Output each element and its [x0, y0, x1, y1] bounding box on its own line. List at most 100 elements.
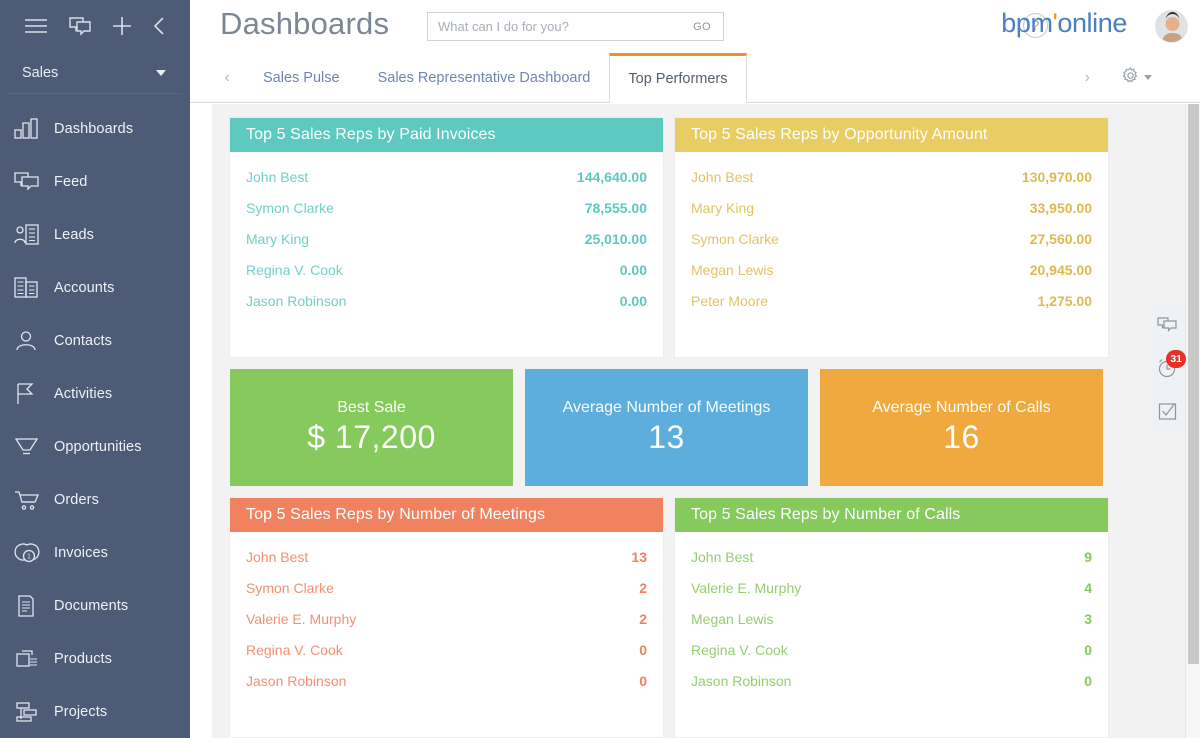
- list-item[interactable]: Symon Clarke 2: [246, 572, 647, 603]
- row-value: 144,640.00: [576, 168, 647, 185]
- list-item[interactable]: Jason Robinson 0.00: [246, 285, 647, 316]
- row-name: John Best: [246, 548, 309, 565]
- plus-icon[interactable]: [112, 16, 132, 36]
- tab-top-performers[interactable]: Top Performers: [609, 53, 747, 103]
- sidebar-item-invoices[interactable]: 1 Invoices: [0, 526, 190, 579]
- widget-header: Top 5 Sales Reps by Opportunity Amount: [675, 118, 1108, 152]
- sidebar-item-accounts[interactable]: Accounts: [0, 261, 190, 314]
- sidebar-item-opportunities[interactable]: Opportunities: [0, 420, 190, 473]
- list-item[interactable]: Megan Lewis 20,945.00: [691, 254, 1092, 285]
- tab-prev-button[interactable]: ‹: [210, 53, 244, 102]
- sidebar-item-label: Invoices: [54, 544, 108, 561]
- list-item[interactable]: John Best 13: [246, 541, 647, 572]
- dashboard-settings-button[interactable]: [1122, 66, 1152, 89]
- row-name: Mary King: [246, 230, 310, 247]
- sidebar-item-label: Orders: [54, 491, 99, 508]
- sidebar-item-projects[interactable]: Projects: [0, 685, 190, 738]
- tab-label: Sales Representative Dashboard: [377, 70, 591, 86]
- list-item[interactable]: Mary King 25,010.00: [246, 223, 647, 254]
- row-name: Megan Lewis: [691, 261, 774, 278]
- list-item[interactable]: Peter Moore 1,275.00: [691, 285, 1092, 316]
- list-item[interactable]: Regina V. Cook 0.00: [246, 254, 647, 285]
- sidebar-item-activities[interactable]: Activities: [0, 367, 190, 420]
- search-box: GO: [427, 12, 724, 41]
- sidebar-item-orders[interactable]: Orders: [0, 473, 190, 526]
- row-name: Valerie E. Murphy: [246, 610, 357, 627]
- list-item[interactable]: Symon Clarke 27,560.00: [691, 223, 1092, 254]
- sidebar-item-leads[interactable]: Leads: [0, 208, 190, 261]
- row-name: Mary King: [691, 199, 755, 216]
- row-name: Symon Clarke: [691, 230, 779, 247]
- search-input[interactable]: [428, 13, 682, 40]
- brand-part2: online: [1057, 8, 1127, 38]
- widget-paid-invoices: Top 5 Sales Reps by Paid Invoices John B…: [230, 118, 663, 357]
- list-item[interactable]: John Best 9: [691, 541, 1092, 572]
- flag-icon: [14, 382, 54, 405]
- kpi-average-meetings[interactable]: Average Number of Meetings 13: [525, 369, 808, 486]
- list-item[interactable]: Jason Robinson 0: [246, 665, 647, 696]
- list-item[interactable]: Valerie E. Murphy 2: [246, 603, 647, 634]
- sidebar-item-feed[interactable]: Feed: [0, 155, 190, 208]
- list-item[interactable]: Jason Robinson 0: [691, 665, 1092, 696]
- row-name: Valerie E. Murphy: [691, 579, 802, 596]
- vertical-scrollbar[interactable]: [1185, 104, 1200, 738]
- sidebar-item-label: Opportunities: [54, 438, 142, 455]
- clock-icon[interactable]: 31: [1157, 350, 1186, 378]
- kpi-value: 13: [648, 419, 685, 455]
- scrollbar-thumb[interactable]: [1188, 104, 1199, 664]
- sidebar-toolbar: [0, 0, 190, 52]
- sidebar-item-documents[interactable]: Documents: [0, 579, 190, 632]
- chevron-down-icon: [156, 69, 166, 76]
- widget-body: John Best 144,640.00 Symon Clarke 78,555…: [230, 152, 663, 316]
- list-item[interactable]: Regina V. Cook 0: [691, 634, 1092, 665]
- row-value: 20,945.00: [1029, 261, 1092, 278]
- contacts-icon: [14, 330, 54, 352]
- list-item[interactable]: Regina V. Cook 0: [246, 634, 647, 665]
- widget-body: John Best 13 Symon Clarke 2 Valerie E. M…: [230, 532, 663, 696]
- brand-part1: bpm: [1001, 8, 1053, 38]
- list-item[interactable]: John Best 144,640.00: [246, 161, 647, 192]
- kpi-best-sale[interactable]: Best Sale $ 17,200: [230, 369, 513, 486]
- collapse-icon[interactable]: [152, 16, 166, 36]
- row-name: Regina V. Cook: [246, 261, 343, 278]
- tab-next-button[interactable]: ›: [1079, 69, 1096, 87]
- sidebar-item-contacts[interactable]: Contacts: [0, 314, 190, 367]
- widget-grid: Top 5 Sales Reps by Paid Invoices John B…: [230, 118, 1171, 737]
- dashboard-content: Top 5 Sales Reps by Paid Invoices John B…: [212, 104, 1185, 738]
- sidebar-item-label: Projects: [54, 703, 108, 720]
- chat-icon[interactable]: [68, 16, 92, 37]
- row-value: 3: [1084, 610, 1092, 627]
- projects-icon: [14, 701, 54, 723]
- bar-chart-icon: [14, 117, 54, 140]
- tab-bar-actions: ›: [1079, 53, 1152, 102]
- list-item[interactable]: John Best 130,970.00: [691, 161, 1092, 192]
- row-value: 1,275.00: [1037, 292, 1093, 309]
- tab-bar: ‹ Sales Pulse Sales Representative Dashb…: [190, 53, 1200, 103]
- workspace-selector[interactable]: Sales: [8, 52, 182, 94]
- kpi-value: 16: [943, 419, 980, 455]
- widget-header: Top 5 Sales Reps by Paid Invoices: [230, 118, 663, 152]
- row-value: 0.00: [619, 261, 647, 278]
- list-item[interactable]: Megan Lewis 3: [691, 603, 1092, 634]
- avatar[interactable]: [1155, 10, 1188, 43]
- list-item[interactable]: Mary King 33,950.00: [691, 192, 1092, 223]
- task-check-icon[interactable]: [1158, 402, 1177, 421]
- kpi-average-calls[interactable]: Average Number of Calls 16: [820, 369, 1103, 486]
- row-value: 4: [1084, 579, 1092, 596]
- tab-sales-pulse[interactable]: Sales Pulse: [244, 53, 359, 102]
- sidebar-item-products[interactable]: Products: [0, 632, 190, 685]
- list-item[interactable]: Symon Clarke 78,555.00: [246, 192, 647, 223]
- row-value: 2: [639, 610, 647, 627]
- menu-icon[interactable]: [24, 17, 48, 35]
- list-item[interactable]: Valerie E. Murphy 4: [691, 572, 1092, 603]
- chat-icon[interactable]: [1157, 317, 1177, 334]
- sidebar-item-dashboards[interactable]: Dashboards: [0, 102, 190, 155]
- tab-sales-representative-dashboard[interactable]: Sales Representative Dashboard: [359, 53, 610, 102]
- row-value: 13: [631, 548, 647, 565]
- go-button[interactable]: GO: [681, 21, 723, 33]
- row-value: 0: [1084, 672, 1092, 689]
- row-name: Jason Robinson: [246, 292, 347, 309]
- row-value: 0: [1084, 641, 1092, 658]
- sidebar-item-label: Documents: [54, 597, 129, 614]
- chevron-down-icon: [1144, 75, 1152, 80]
